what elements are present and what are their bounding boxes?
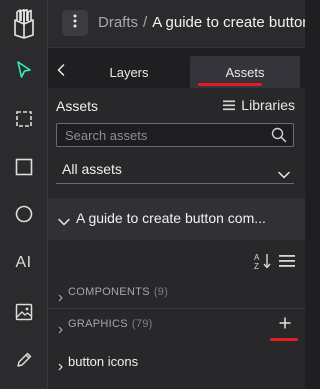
image-icon (15, 303, 33, 321)
chevron-right-icon (58, 321, 63, 339)
assets-panel: Assets Libraries All assets (48, 88, 305, 389)
graphics-label: GRAPHICS (79) (68, 318, 153, 330)
components-section-header[interactable]: COMPONENTS (9) (48, 280, 305, 306)
text-icon: AI (15, 254, 32, 271)
graphics-group-row[interactable]: button icons (48, 350, 305, 374)
breadcrumb: Drafts /A guide to create button comp (98, 13, 305, 33)
annotation-underline (198, 83, 262, 86)
sort-button[interactable]: A Z (254, 252, 272, 271)
search-input[interactable] (57, 124, 262, 146)
board-tool-button[interactable] (0, 97, 47, 141)
section-divider (48, 308, 305, 309)
list-view-icon (278, 255, 296, 274)
board-icon (15, 110, 33, 128)
left-toolbar: AI (0, 0, 48, 389)
chevron-right-icon (58, 358, 63, 376)
search-icon[interactable] (271, 127, 287, 148)
vertical-dots-icon (73, 14, 77, 33)
move-tool-button[interactable] (0, 48, 47, 92)
top-header: Drafts /A guide to create button comp (48, 0, 305, 48)
libraries-button[interactable]: Libraries (223, 97, 295, 113)
chevron-down-icon (278, 166, 290, 184)
group-label: button icons (68, 354, 139, 369)
local-library-header[interactable]: A guide to create button com... (48, 198, 305, 240)
pointer-icon (16, 61, 32, 79)
components-count: (9) (153, 286, 169, 298)
breadcrumb-project[interactable]: Drafts (98, 14, 138, 31)
ellipse-icon (15, 205, 33, 223)
ellipse-tool-button[interactable] (0, 192, 47, 236)
asset-type-filter-value: All assets (62, 161, 122, 177)
components-title: COMPONENTS (68, 286, 150, 298)
sort-az-icon: A Z (254, 253, 272, 274)
svg-text:A: A (254, 253, 260, 262)
components-label: COMPONENTS (9) (68, 286, 168, 298)
text-tool-button[interactable]: AI (0, 241, 47, 285)
list-icon (223, 100, 236, 111)
plus-icon (279, 316, 291, 334)
annotation-underline (270, 338, 298, 341)
local-library-name: A guide to create button com... (76, 210, 266, 226)
sidebar-tabs: Layers Assets (48, 56, 305, 88)
graphics-section-header[interactable]: GRAPHICS (79) (48, 312, 305, 338)
assets-title: Assets (56, 98, 99, 114)
chevron-right-icon (58, 289, 63, 307)
pen-tool-button[interactable] (0, 338, 47, 382)
breadcrumb-separator: / (143, 14, 148, 31)
list-view-button[interactable] (278, 252, 296, 270)
libraries-label: Libraries (241, 97, 295, 113)
rectangle-tool-button[interactable] (0, 145, 47, 189)
asset-type-filter[interactable]: All assets (56, 159, 294, 184)
svg-text:Z: Z (254, 262, 259, 270)
penpot-logo-icon[interactable] (0, 0, 47, 48)
graphics-count: (79) (131, 318, 153, 330)
graphics-title: GRAPHICS (68, 318, 128, 330)
main-menu-button[interactable] (62, 10, 88, 36)
tab-layers[interactable]: Layers (96, 56, 162, 88)
rectangle-icon (15, 158, 33, 176)
breadcrumb-file-name[interactable]: A guide to create button comp (152, 14, 305, 31)
pen-icon (15, 351, 33, 369)
search-assets-field (56, 123, 294, 147)
image-tool-button[interactable] (0, 290, 47, 334)
add-graphic-button[interactable] (276, 316, 294, 334)
chevron-down-icon (58, 213, 70, 231)
chevron-left-icon (57, 63, 65, 81)
collapse-sidebar-button[interactable] (54, 63, 68, 81)
app-window: AI Drafts / A guide to create butto Laye… (0, 0, 305, 389)
